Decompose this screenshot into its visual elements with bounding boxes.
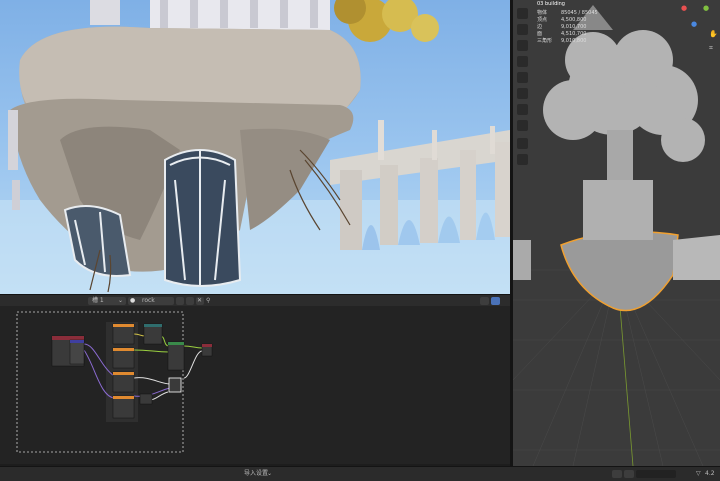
- node-mapping: [69, 339, 85, 365]
- material-selector[interactable]: ● rock: [128, 297, 174, 305]
- link-5: [133, 349, 170, 353]
- hand-icon[interactable]: ✋: [709, 30, 718, 38]
- stat-label-faces: 面: [537, 31, 543, 37]
- node-bump: [168, 377, 182, 393]
- left-wall-mesh: [513, 240, 531, 280]
- add-cube-tool[interactable]: [517, 120, 528, 131]
- chevron-down-icon: ⌄: [118, 297, 124, 304]
- pin-icon[interactable]: ⚲: [206, 297, 210, 305]
- node-texture-4: [112, 395, 135, 419]
- stat-label-triangles: 三角形: [537, 38, 553, 44]
- node-texture-2: [112, 347, 135, 369]
- link-8: [183, 350, 203, 379]
- slot-dropdown[interactable]: 槽 1 ⌄: [88, 297, 126, 305]
- castle-top: [90, 0, 330, 30]
- stat-value-triangles: 9,010,800: [561, 38, 587, 44]
- scale-tool[interactable]: [517, 72, 528, 83]
- node-texture-3: [112, 371, 135, 393]
- stat-value-vertices: 4,500,800: [561, 17, 587, 23]
- tree-foliage: [334, 0, 439, 42]
- island-selected: [560, 230, 679, 312]
- status-bar: 导入设置 ⌄ ▽ 4.2: [0, 466, 720, 481]
- search-field[interactable]: [636, 470, 676, 478]
- copy-material-button[interactable]: [176, 297, 184, 305]
- gizmo-x-icon[interactable]: ●: [681, 4, 687, 12]
- close-icon: ✕: [197, 297, 203, 304]
- viewport-3d[interactable]: 03 building 物体 85045 / 85045 顶点 4,500,80…: [513, 0, 720, 466]
- gizmo-y-icon[interactable]: ●: [703, 4, 709, 12]
- fake-user-button[interactable]: [186, 297, 194, 305]
- transform-tool[interactable]: [517, 138, 528, 149]
- stat-label-vertices: 顶点: [537, 17, 548, 23]
- stat-value-edges: 9,010,700: [561, 24, 587, 30]
- node-editor-canvas[interactable]: [0, 306, 510, 464]
- stat-value-objects: 85045 / 85045: [561, 10, 598, 16]
- node-mix: [139, 393, 153, 405]
- link-10: [149, 391, 169, 401]
- gizmo-z-icon[interactable]: ●: [691, 20, 697, 28]
- filter-icon[interactable]: ▽: [696, 470, 701, 478]
- stat-value-faces: 4,510,700: [561, 31, 587, 37]
- select-tool[interactable]: [517, 8, 528, 19]
- stat-label-objects: 物体: [537, 10, 548, 16]
- unlink-button[interactable]: ✕: [196, 297, 204, 305]
- viewport-scene: [513, 5, 720, 466]
- view-mode-button[interactable]: [624, 470, 634, 478]
- bridge-mesh: [673, 235, 720, 280]
- extra-tool[interactable]: [517, 154, 528, 165]
- measure-tool[interactable]: [517, 104, 528, 115]
- import-settings-label[interactable]: 导入设置: [244, 470, 268, 478]
- render-image: [0, 0, 510, 294]
- annotate-tool[interactable]: [517, 88, 528, 99]
- rotate-tool[interactable]: [517, 56, 528, 67]
- stat-label-edges: 边: [537, 24, 543, 30]
- link-7: [183, 345, 203, 349]
- tower-spike: [8, 110, 18, 170]
- aqueduct-bridge: [330, 120, 510, 250]
- node-output: [201, 343, 213, 357]
- move-tool[interactable]: [517, 40, 528, 51]
- chevron-down-icon[interactable]: ⌄: [267, 470, 272, 478]
- material-name: rock: [142, 297, 155, 304]
- castle-mesh: [583, 180, 653, 240]
- camera-icon[interactable]: ⌗: [709, 44, 713, 52]
- cursor-tool[interactable]: [517, 24, 528, 35]
- slot-label: 槽 1: [92, 297, 104, 304]
- render-view[interactable]: [0, 0, 510, 294]
- material-sphere-icon: ●: [130, 297, 136, 304]
- node-graph: [16, 311, 213, 453]
- filter-button[interactable]: [612, 470, 622, 478]
- link-6: [133, 377, 171, 385]
- node-bsdf: [167, 341, 185, 371]
- overlay-toggle[interactable]: [480, 297, 489, 305]
- object-name: 03 building: [537, 1, 565, 7]
- node-color-ramp: [143, 323, 163, 345]
- version-label: 4.2: [705, 470, 715, 477]
- snapping-toggle[interactable]: [491, 297, 500, 305]
- node-texture-1: [112, 323, 135, 345]
